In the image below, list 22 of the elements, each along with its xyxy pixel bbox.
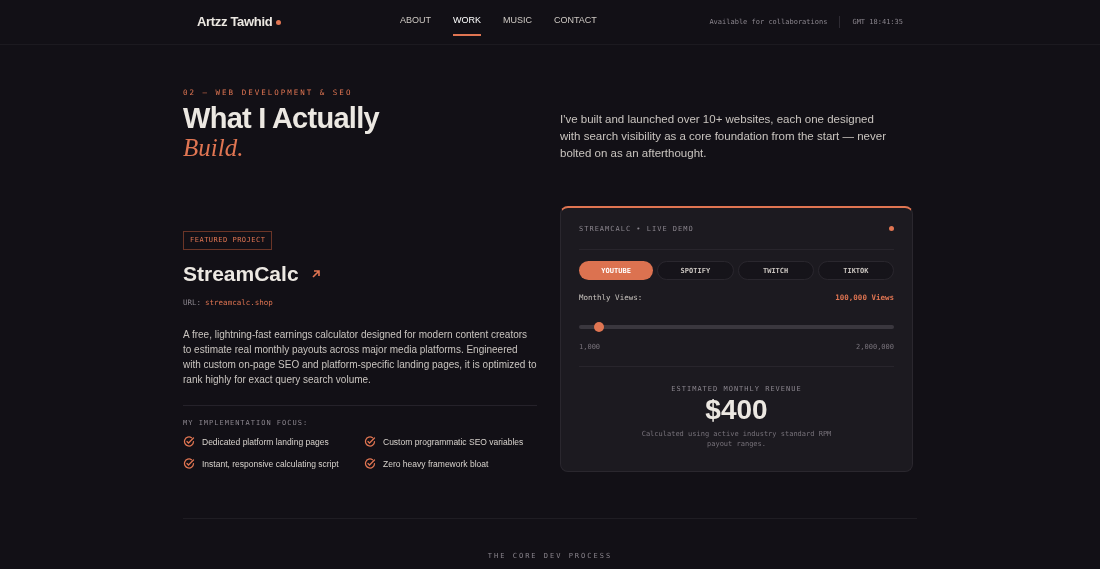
arrow-up-right-icon[interactable] — [310, 268, 321, 279]
focus-item: Instant, responsive calculating script — [202, 457, 339, 471]
focus-item: Zero heavy framework bloat — [383, 457, 489, 471]
slider-track[interactable] — [579, 324, 894, 329]
nav-link[interactable]: WORK — [453, 8, 481, 36]
check-circle-icon — [364, 458, 376, 471]
revenue-amount: $400 — [705, 394, 768, 425]
focus-item: Custom programmatic SEO variables — [383, 436, 524, 449]
check-circle-icon — [183, 436, 195, 449]
nav-link[interactable]: CONTACT — [554, 8, 597, 36]
project-name[interactable]: StreamCalc — [183, 257, 299, 290]
intro-paragraph: I've built and launched over 10+ websites, each one designed with search visibility as a core foundation from the start — never bolted on as an afterthought. — [560, 112, 887, 161]
nav-link[interactable]: ABOUT — [400, 8, 431, 36]
project-description: A free, lightning-fast earnings calculator designed for modern content creators to estimate real monthly payouts across major media platforms. Engineered with custom on-page SEO and platform-specific landing pages, it is optimized to rank highly for exact query search volume. — [183, 327, 537, 387]
logo[interactable]: Artzz Tawhid — [197, 12, 273, 32]
nav-link[interactable]: MUSIC — [503, 8, 532, 36]
check-circle-icon — [364, 436, 376, 449]
check-circle-icon — [183, 458, 195, 471]
section-title-accent: Build. — [183, 134, 245, 163]
focus-item: Dedicated platform landing pages — [202, 436, 329, 449]
section-title: What I Actually — [183, 102, 381, 135]
slider-thumb[interactable] — [594, 321, 605, 332]
